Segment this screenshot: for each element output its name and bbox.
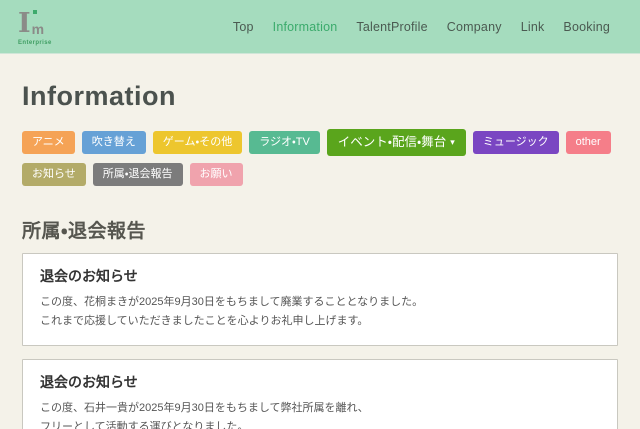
- card-text-line: この度、石井一貴が2025年9月30日をもちまして弊社所属を離れ、: [40, 399, 600, 418]
- page: I m Enterprise Top Information TalentPro…: [0, 0, 640, 429]
- nav-item-top[interactable]: Top: [233, 20, 254, 34]
- card-text-line: この度、花桐まきが2025年9月30日をもちまして廃業することとなりました。: [40, 293, 600, 312]
- main-content: Information アニメ 吹き替え ゲーム・その他 ラジオ・TV イベント…: [0, 81, 640, 429]
- filter-other[interactable]: other: [566, 131, 611, 154]
- filter-fukikae[interactable]: 吹き替え: [82, 131, 146, 154]
- filter-event-haishin-butai[interactable]: イベント・配信・舞台 ▾: [327, 129, 466, 156]
- filter-event-label: イベント・配信・舞台: [338, 135, 447, 150]
- notice-card-body: この度、石井一貴が2025年9月30日をもちまして弊社所属を離れ、 フリーとして…: [40, 399, 600, 429]
- nav-item-booking[interactable]: Booking: [563, 20, 610, 34]
- section-heading: 所属・退会報告: [22, 216, 618, 243]
- main-nav: Top Information TalentProfile Company Li…: [233, 20, 610, 34]
- nav-item-company[interactable]: Company: [447, 20, 502, 34]
- notice-card: 退会のお知らせ この度、花桐まきが2025年9月30日をもちまして廃業することと…: [22, 253, 618, 346]
- card-text-line: フリーとして活動する運びとなりました。: [40, 418, 600, 429]
- notice-card-title: 退会のお知らせ: [40, 266, 600, 286]
- nav-item-link[interactable]: Link: [521, 20, 545, 34]
- filter-radio-tv[interactable]: ラジオ・TV: [249, 131, 320, 154]
- filter-anime[interactable]: アニメ: [22, 131, 75, 154]
- filter-music[interactable]: ミュージック: [473, 131, 559, 154]
- filter-shozoku-taikai-hokoku[interactable]: 所属・退会報告: [93, 163, 183, 186]
- category-filter-list: アニメ 吹き替え ゲーム・その他 ラジオ・TV イベント・配信・舞台 ▾ ミュー…: [22, 129, 618, 186]
- notice-card: 退会のお知らせ この度、石井一貴が2025年9月30日をもちまして弊社所属を離れ…: [22, 359, 618, 429]
- notice-card-title: 退会のお知らせ: [40, 372, 600, 392]
- nav-item-talentprofile[interactable]: TalentProfile: [356, 20, 427, 34]
- site-header: I m Enterprise Top Information TalentPro…: [0, 0, 640, 54]
- filter-game-other[interactable]: ゲーム・その他: [153, 131, 242, 154]
- filter-onegai[interactable]: お願い: [190, 163, 243, 186]
- card-text-line: これまで応援していただきましたことを心よりお礼申し上げます。: [40, 312, 600, 331]
- page-title: Information: [22, 81, 618, 112]
- nav-item-information[interactable]: Information: [273, 20, 338, 34]
- chevron-down-icon: ▾: [450, 138, 455, 147]
- logo-enterprise-label: Enterprise: [18, 40, 52, 46]
- logo-mark-icon: I m: [18, 7, 52, 37]
- logo-letter-i: I: [18, 11, 31, 37]
- logo-letter-m: m: [32, 22, 44, 37]
- logo[interactable]: I m Enterprise: [18, 7, 52, 46]
- notice-card-body: この度、花桐まきが2025年9月30日をもちまして廃業することとなりました。 こ…: [40, 293, 600, 332]
- logo-dot-icon: [33, 10, 37, 14]
- filter-oshirase[interactable]: お知らせ: [22, 163, 86, 186]
